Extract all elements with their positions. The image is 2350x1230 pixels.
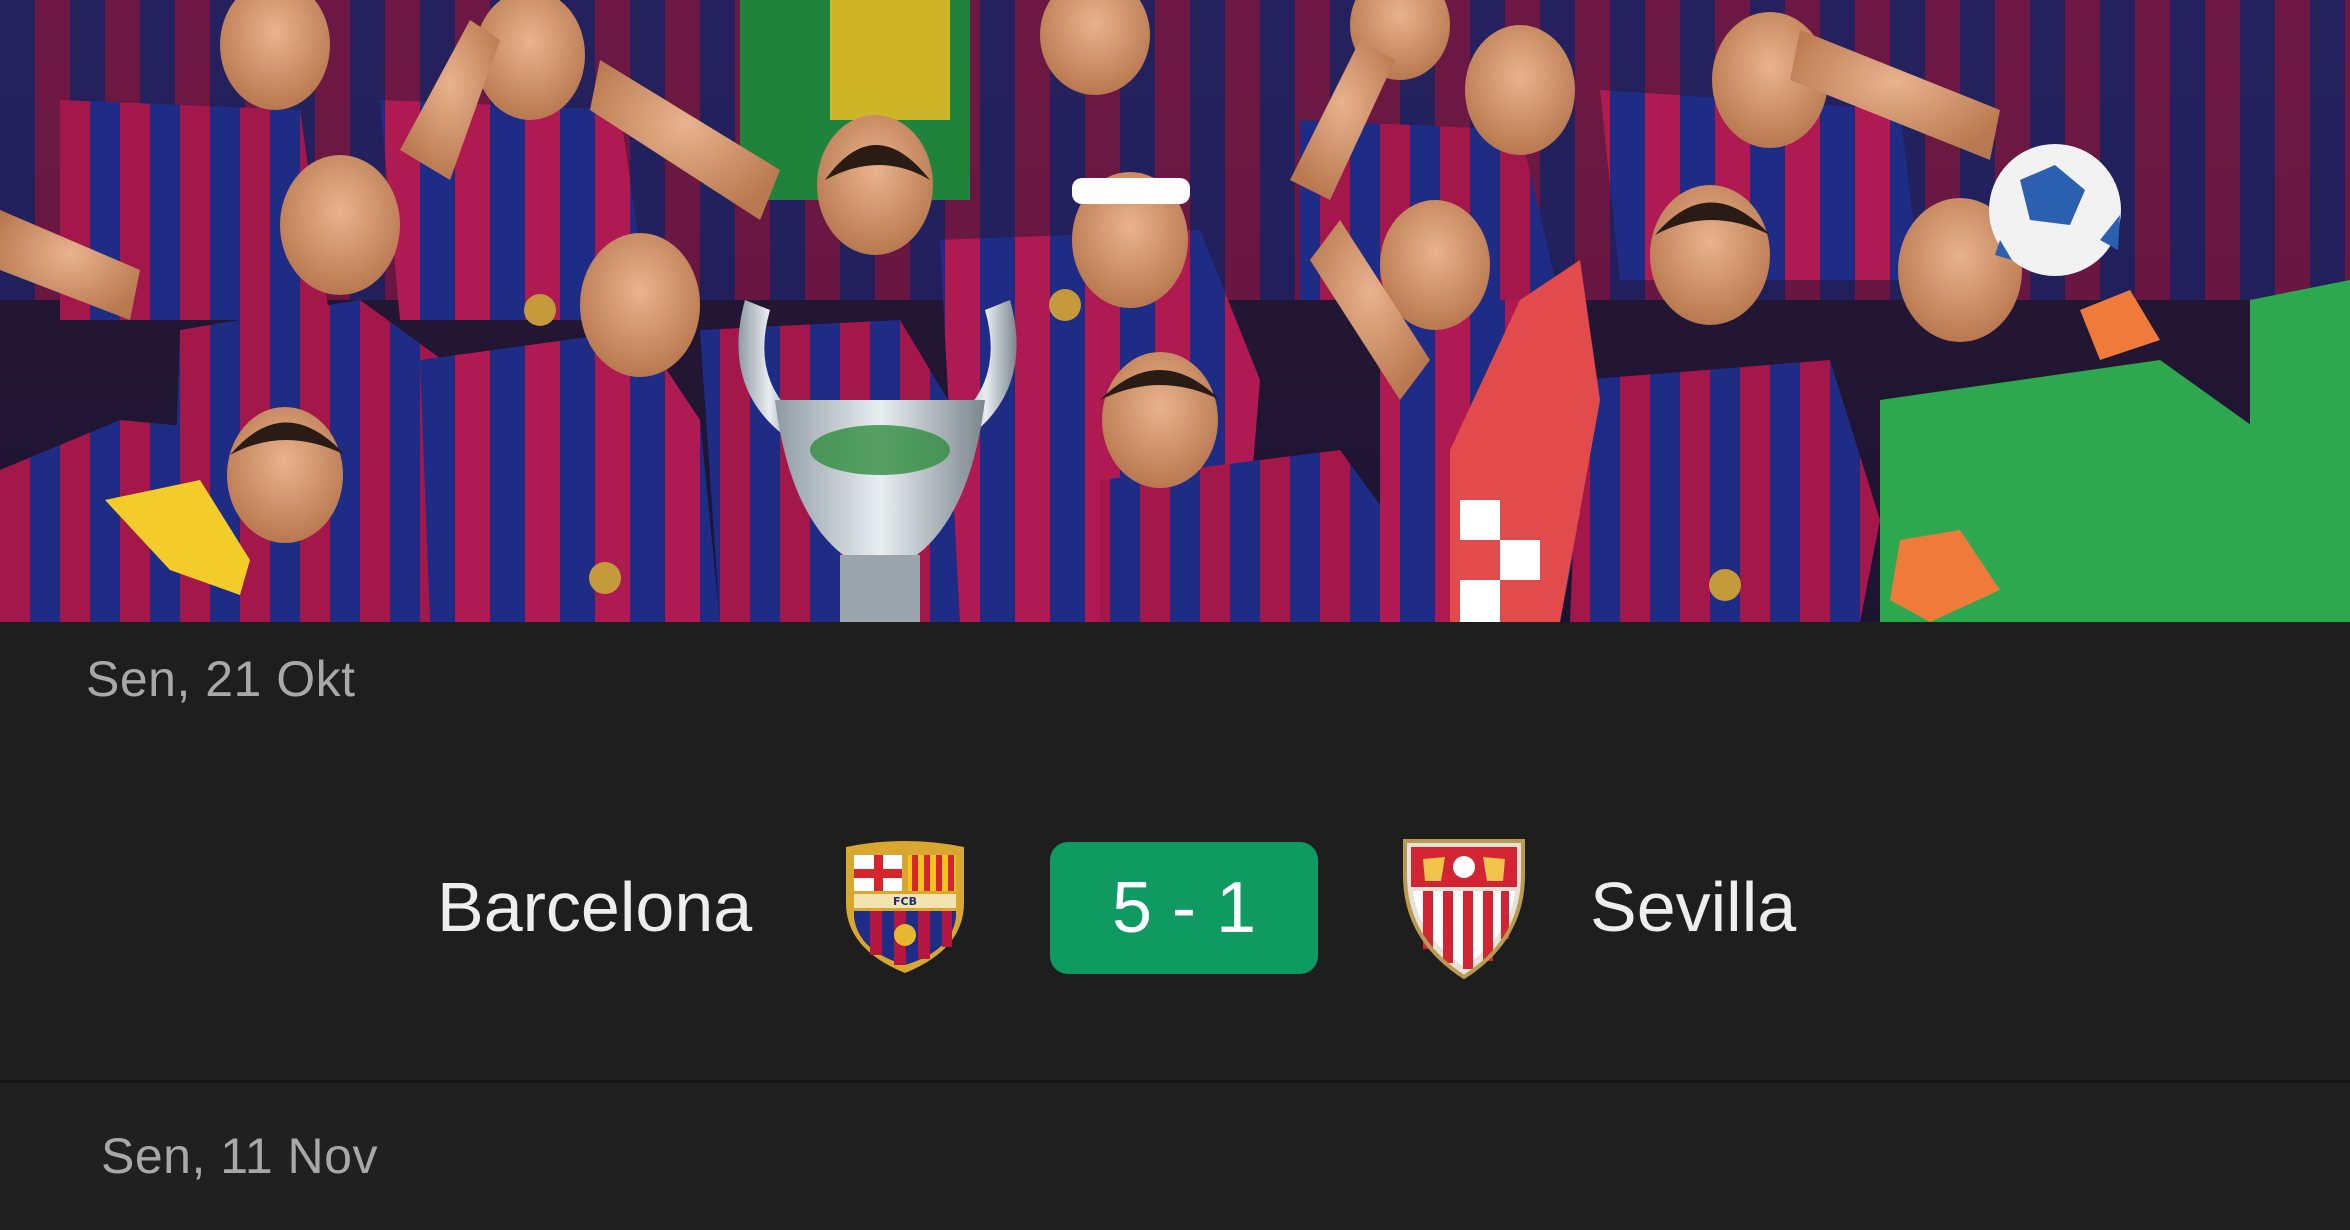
hero-photo xyxy=(0,0,2350,622)
match-row[interactable]: Barcelona FCB 5 - 1 Sevilla xyxy=(0,837,2350,980)
match-score-badge[interactable]: 5 - 1 xyxy=(1050,842,1318,974)
sevilla-crest-icon xyxy=(1401,835,1527,986)
match-date: Sen, 11 Nov xyxy=(101,1128,378,1184)
match-card[interactable]: Sen, 21 Okt Barcelona FCB 5 - 1 Sevilla xyxy=(0,622,2350,1080)
svg-text:FCB: FCB xyxy=(893,895,917,908)
away-team-name: Sevilla xyxy=(1590,868,1797,946)
home-team-name: Barcelona xyxy=(437,868,753,946)
match-card[interactable]: Sen, 11 Nov xyxy=(0,1083,2350,1230)
team-celebration-image xyxy=(0,0,2350,622)
match-date: Sen, 21 Okt xyxy=(86,651,356,707)
barcelona-crest-icon: FCB xyxy=(838,839,972,982)
